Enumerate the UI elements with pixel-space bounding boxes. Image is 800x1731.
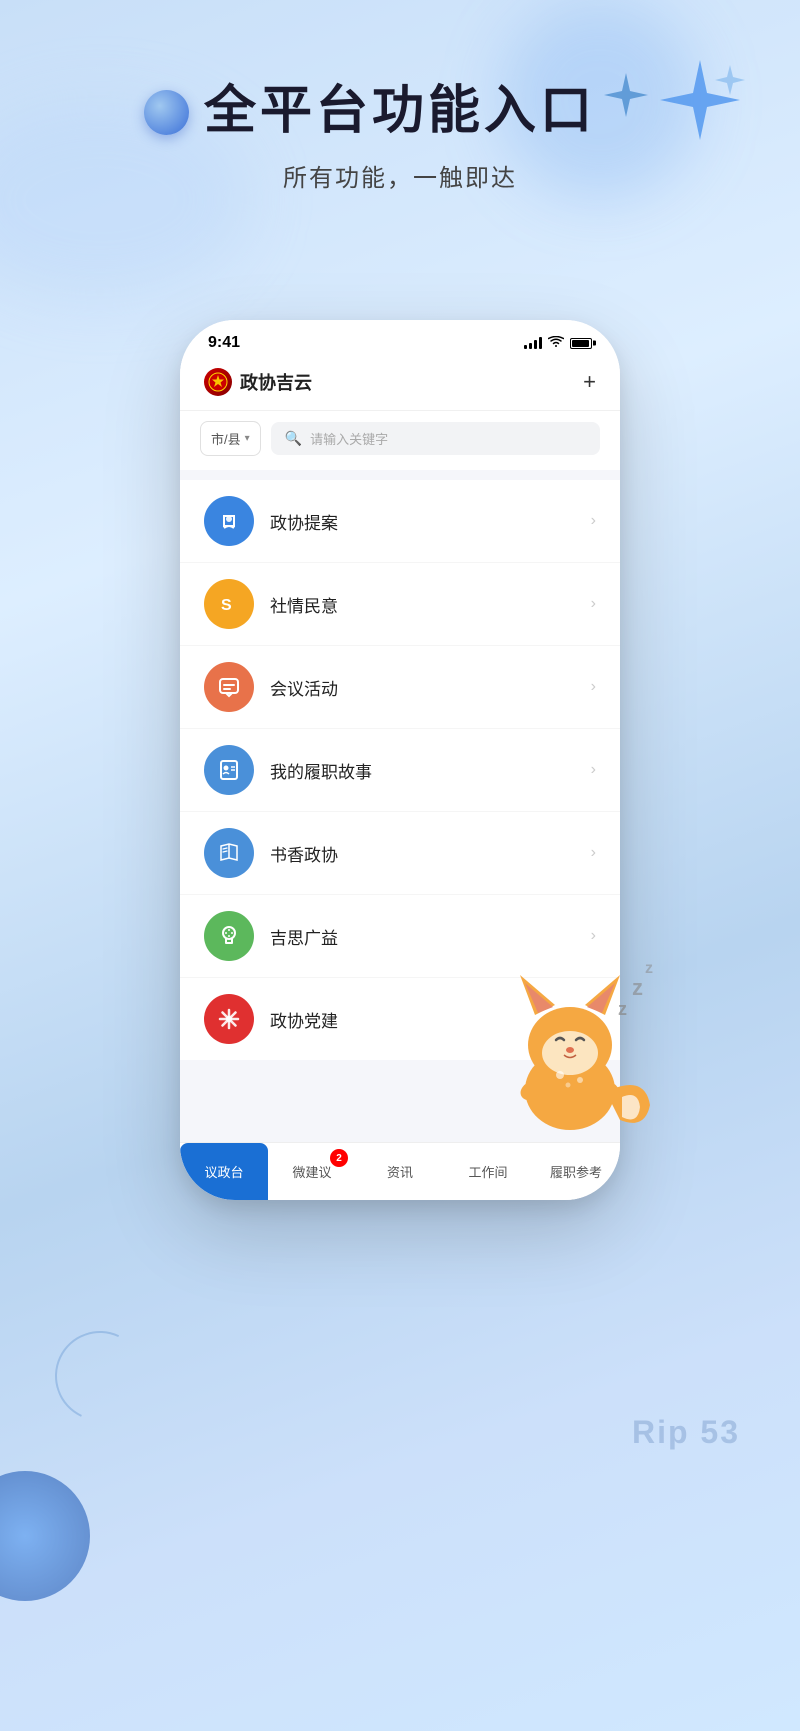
hero-subtitle: 所有功能，一触即达: [0, 158, 800, 193]
app-logo-area: 政协吉云: [204, 368, 312, 396]
chevron-down-icon: ▾: [245, 433, 250, 444]
menu-label-meeting: 会议活动: [270, 675, 338, 700]
search-placeholder-text: 请输入关键字: [310, 429, 388, 448]
hero-star-accent: [601, 70, 651, 120]
menu-icon-party: [204, 994, 254, 1044]
menu-label-jisi: 吉思广益: [270, 924, 338, 949]
menu-label-duty-story: 我的履职故事: [270, 758, 372, 783]
tab-yizheng[interactable]: 议政台: [180, 1143, 268, 1200]
menu-icon-public-opinion: S: [204, 579, 254, 629]
menu-arrow-duty-story: ›: [591, 761, 596, 779]
phone-mockup: 9:41: [180, 320, 620, 1200]
menu-item-meeting[interactable]: 会议活动 ›: [180, 646, 620, 729]
menu-label-public-opinion: 社情民意: [270, 592, 338, 617]
status-icons: [524, 336, 592, 351]
menu-arrow-proposal: ›: [591, 512, 596, 530]
menu-icon-meeting: [204, 662, 254, 712]
app-header: 政协吉云 +: [180, 358, 620, 411]
wifi-icon: [548, 336, 564, 351]
blue-dot-decoration: [0, 1471, 90, 1601]
hero-section: 全平台功能入口 所有功能，一触即达: [0, 80, 800, 193]
svg-text:z: z: [632, 975, 643, 1000]
app-title: 政协吉云: [240, 369, 312, 395]
signal-icon: [524, 337, 542, 349]
search-icon: 🔍: [285, 430, 302, 447]
menu-label-book: 书香政协: [270, 841, 338, 866]
svg-text:z: z: [645, 960, 653, 977]
phone-notch: [335, 320, 465, 348]
menu-icon-duty-story: [204, 745, 254, 795]
location-label: 市/县: [211, 429, 241, 448]
menu-arrow-meeting: ›: [591, 678, 596, 696]
menu-item-proposal[interactable]: 政协提案 ›: [180, 480, 620, 563]
menu-icon-book: [204, 828, 254, 878]
arc-decoration: [42, 1318, 157, 1433]
menu-icon-jisi: [204, 911, 254, 961]
svg-text:S: S: [221, 597, 232, 614]
search-area: 市/县 ▾ 🔍 请输入关键字: [180, 411, 620, 470]
menu-icon-proposal: [204, 496, 254, 546]
menu-label-party: 政协党建: [270, 1007, 338, 1032]
menu-arrow-public-opinion: ›: [591, 595, 596, 613]
hero-sphere-decoration: [144, 90, 189, 135]
tab-zixun[interactable]: 资讯: [356, 1143, 444, 1200]
menu-item-public-opinion[interactable]: S 社情民意 ›: [180, 563, 620, 646]
menu-arrow-book: ›: [591, 844, 596, 862]
search-box[interactable]: 🔍 请输入关键字: [271, 422, 600, 455]
location-selector[interactable]: 市/县 ▾: [200, 421, 261, 456]
menu-item-book[interactable]: 书香政协 ›: [180, 812, 620, 895]
mascot-fox: z z z: [460, 935, 680, 1155]
tab-badge-weijianyi: 2: [330, 1149, 348, 1167]
hero-title: 全平台功能入口: [204, 80, 596, 142]
rip53-text: Rip 53: [632, 1414, 740, 1451]
svg-text:z: z: [618, 999, 627, 1019]
menu-item-duty-story[interactable]: 我的履职故事 ›: [180, 729, 620, 812]
status-time: 9:41: [208, 334, 240, 352]
tab-weijianyi[interactable]: 微建议 2: [268, 1143, 356, 1200]
app-logo-emblem: [204, 368, 232, 396]
add-button[interactable]: +: [583, 369, 596, 395]
battery-icon: [570, 338, 592, 349]
menu-label-proposal: 政协提案: [270, 509, 338, 534]
